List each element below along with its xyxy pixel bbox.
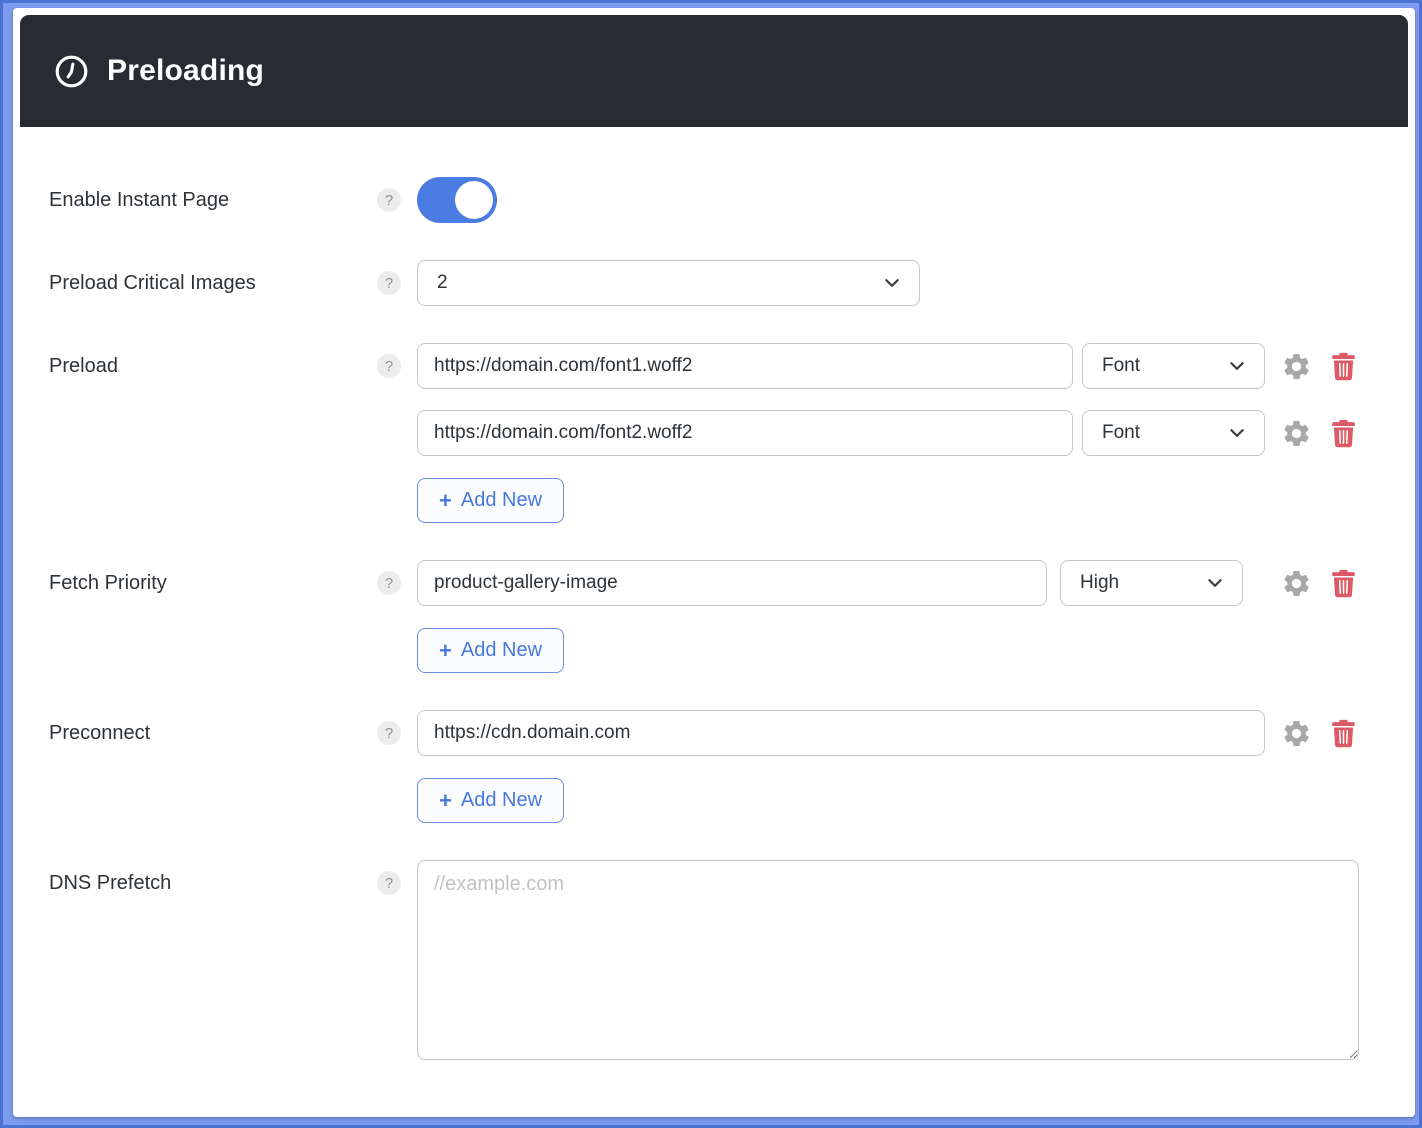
fetch-priority-item-row: High	[417, 560, 1408, 606]
row-preload-critical-images: Preload Critical Images ? 2	[49, 260, 1408, 306]
preload-type-select-2[interactable]: Font	[1082, 410, 1265, 456]
toggle-knob	[455, 181, 493, 219]
row-enable-instant-page: Enable Instant Page ?	[49, 177, 1408, 223]
instant-page-toggle[interactable]	[417, 177, 497, 223]
critical-images-help-icon[interactable]: ?	[377, 271, 401, 295]
preconnect-settings-button[interactable]	[1281, 718, 1312, 749]
chevron-down-icon	[1206, 574, 1224, 592]
row-fetch-priority: Fetch Priority ? High + Add New	[49, 560, 1408, 673]
panel-header: Preloading	[20, 15, 1408, 127]
preload-type-select-1[interactable]: Font	[1082, 343, 1265, 389]
fetch-priority-value: High	[1080, 572, 1119, 594]
plus-icon: +	[439, 490, 452, 512]
plus-icon: +	[439, 790, 452, 812]
preload-delete-button-2[interactable]	[1330, 419, 1357, 448]
add-new-label: Add New	[461, 789, 542, 812]
dns-prefetch-label: DNS Prefetch	[49, 860, 377, 906]
row-preload: Preload ? Font F	[49, 343, 1408, 523]
chevron-down-icon	[1228, 357, 1246, 375]
fetch-priority-select[interactable]: High	[1060, 560, 1243, 606]
settings-form: Enable Instant Page ? Preload Critical I…	[20, 127, 1408, 1065]
page-frame: Preloading Enable Instant Page ? Preload…	[0, 0, 1422, 1128]
preload-type-value-2: Font	[1102, 422, 1140, 444]
row-dns-prefetch: DNS Prefetch ?	[49, 860, 1408, 1065]
preload-item-row: Font	[417, 343, 1408, 389]
preload-delete-button-1[interactable]	[1330, 352, 1357, 381]
critical-images-label: Preload Critical Images	[49, 260, 377, 306]
fetch-priority-selector-input[interactable]	[417, 560, 1047, 606]
trash-icon	[1330, 352, 1357, 381]
dns-prefetch-textarea[interactable]	[417, 860, 1359, 1060]
critical-images-select[interactable]: 2	[417, 260, 920, 306]
dns-prefetch-help-icon[interactable]: ?	[377, 871, 401, 895]
gear-icon	[1281, 351, 1312, 382]
fetch-priority-settings-button[interactable]	[1281, 568, 1312, 599]
fetch-priority-delete-button[interactable]	[1330, 569, 1357, 598]
fetch-priority-add-new-button[interactable]: + Add New	[417, 628, 564, 673]
gear-icon	[1281, 418, 1312, 449]
add-new-label: Add New	[461, 489, 542, 512]
plus-icon: +	[439, 640, 452, 662]
preload-settings-button-2[interactable]	[1281, 418, 1312, 449]
instant-page-label: Enable Instant Page	[49, 177, 377, 223]
fetch-priority-label: Fetch Priority	[49, 560, 377, 606]
fetch-priority-help-icon[interactable]: ?	[377, 571, 401, 595]
preload-label: Preload	[49, 343, 377, 389]
preload-type-value-1: Font	[1102, 355, 1140, 377]
row-preconnect: Preconnect ? + Add New	[49, 710, 1408, 823]
trash-icon	[1330, 569, 1357, 598]
chevron-down-icon	[1228, 424, 1246, 442]
clock-icon	[55, 55, 88, 88]
preload-url-input-2[interactable]	[417, 410, 1073, 456]
add-new-label: Add New	[461, 639, 542, 662]
trash-icon	[1330, 719, 1357, 748]
preconnect-item-row	[417, 710, 1408, 756]
preconnect-url-input[interactable]	[417, 710, 1265, 756]
preconnect-help-icon[interactable]: ?	[377, 721, 401, 745]
chevron-down-icon	[883, 274, 901, 292]
trash-icon	[1330, 419, 1357, 448]
preload-settings-button-1[interactable]	[1281, 351, 1312, 382]
critical-images-selected-value: 2	[437, 272, 448, 294]
preloading-panel: Preloading Enable Instant Page ? Preload…	[13, 8, 1415, 1117]
preload-add-new-button[interactable]: + Add New	[417, 478, 564, 523]
preconnect-add-new-button[interactable]: + Add New	[417, 778, 564, 823]
preload-help-icon[interactable]: ?	[377, 354, 401, 378]
preconnect-delete-button[interactable]	[1330, 719, 1357, 748]
gear-icon	[1281, 568, 1312, 599]
preload-url-input-1[interactable]	[417, 343, 1073, 389]
gear-icon	[1281, 718, 1312, 749]
panel-title: Preloading	[107, 54, 264, 88]
preload-item-row: Font	[417, 410, 1408, 456]
instant-page-help-icon[interactable]: ?	[377, 188, 401, 212]
preconnect-label: Preconnect	[49, 710, 377, 756]
